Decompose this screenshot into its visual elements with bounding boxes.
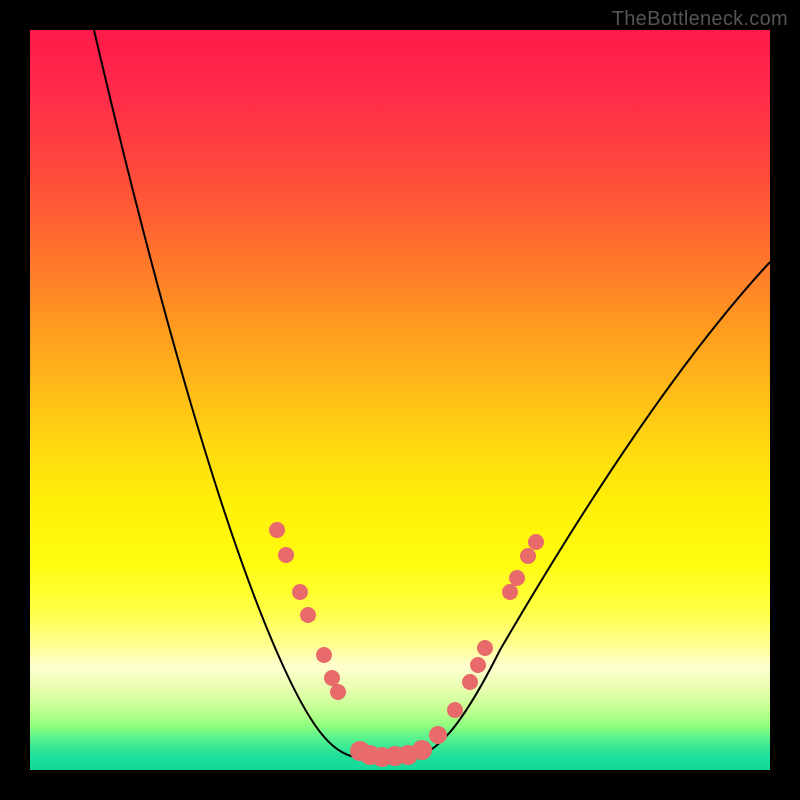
plot-area xyxy=(30,30,770,770)
marker-dot xyxy=(429,726,447,744)
marker-dot xyxy=(316,647,332,663)
marker-dot xyxy=(278,547,294,563)
marker-dot xyxy=(330,684,346,700)
marker-dot xyxy=(447,702,463,718)
marker-dot xyxy=(528,534,544,550)
bottleneck-curve xyxy=(94,30,770,758)
marker-dot xyxy=(269,522,285,538)
marker-dot xyxy=(502,584,518,600)
marker-dot xyxy=(509,570,525,586)
marker-dot xyxy=(324,670,340,686)
marker-dot xyxy=(477,640,493,656)
marker-dot xyxy=(292,584,308,600)
curve-svg xyxy=(30,30,770,770)
marker-dot xyxy=(520,548,536,564)
marker-dot xyxy=(462,674,478,690)
watermark-text: TheBottleneck.com xyxy=(612,8,788,31)
marker-dot xyxy=(412,740,432,760)
marker-dot xyxy=(300,607,316,623)
chart-container: TheBottleneck.com xyxy=(0,0,800,800)
marker-dot xyxy=(470,657,486,673)
